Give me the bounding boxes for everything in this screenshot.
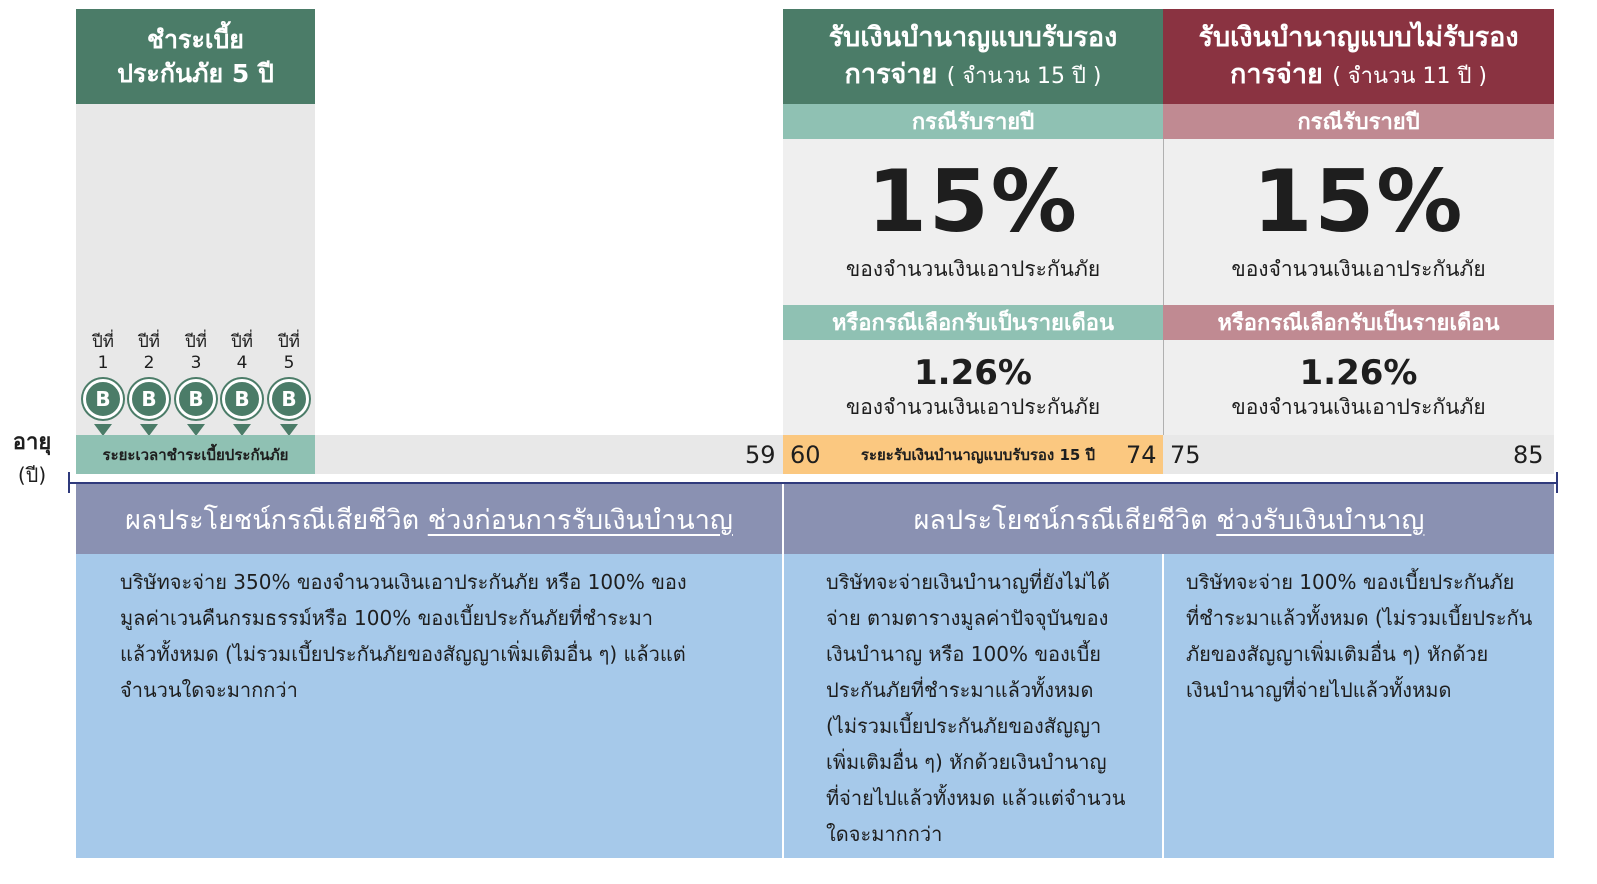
text-line: (ไม่รวมเบี้ยประกันภัยของสัญญา (826, 714, 1102, 738)
payment-year-2: ปีที่ 2 (129, 332, 169, 374)
age-74: 74 (1126, 441, 1157, 469)
age-75: 75 (1170, 441, 1201, 469)
text-line: เงินบำนาญที่จ่ายไปแล้วทั้งหมด (1186, 678, 1452, 702)
certified-death-benefit-body: บริษัทจะจ่ายเงินบำนาญที่ยังไม่ได้ จ่าย ต… (784, 554, 1162, 858)
uncertified-monthly-note: ของจำนวนเงินเอาประกันภัย (1231, 394, 1486, 419)
premium-b-icon: B (176, 379, 216, 419)
premium-b-icon: B (222, 379, 262, 419)
payment-header-line1: ชำระเบี้ย (147, 24, 244, 54)
uncertified-yearly-note: ของจำนวนเงินเอาประกันภัย (1231, 256, 1486, 281)
pre-annuity-benefit-title: ผลประโยชน์กรณีเสียชีวิต ช่วงก่อนการรับเง… (76, 484, 782, 554)
year-label: ปีที่ 2 (138, 332, 160, 373)
text-line: บริษัทจะจ่ายเงินบำนาญที่ยังไม่ได้ (826, 570, 1111, 594)
text-line: บริษัทจะจ่าย 100% ของเบี้ยประกันภัย (1186, 570, 1515, 594)
age-axis-unit: (ปี) (17, 463, 47, 487)
timeline-axis-tick-right (1556, 472, 1558, 493)
column-divider (782, 484, 784, 858)
certified-monthly-label: หรือกรณีเลือกรับเป็นรายเดือน (783, 305, 1163, 340)
premium-b-icon: B (129, 379, 169, 419)
certified-yearly-label: กรณีรับรายปี (783, 104, 1163, 139)
certified-header-line1: รับเงินบำนาญแบบรับรอง (828, 22, 1118, 54)
payment-year-1: ปีที่ 1 (83, 332, 123, 374)
payment-period-label: ระยะเวลาชำระเบี้ยประกันภัย (102, 445, 289, 464)
timeline-axis-tick-left (68, 472, 70, 493)
year-label: ปีที่ 3 (185, 332, 207, 373)
uncertified-header-line1: รับเงินบำนาญแบบไม่รับรอง (1198, 22, 1519, 54)
column-divider (1162, 554, 1164, 858)
uncertified-yearly-pct: 15% (1252, 152, 1465, 252)
payment-year-5: ปีที่ 5 (269, 332, 309, 374)
text-line: มูลค่าเวนคืนกรมธรรม์หรือ 100% ของเบี้ยปร… (120, 606, 654, 630)
certified-header: รับเงินบำนาญแบบรับรอง การจ่าย ( จำนวน 15… (783, 9, 1163, 104)
text-line: บริษัทจะจ่าย 350% ของจำนวนเงินเอาประกันภ… (120, 570, 687, 594)
text-line: ภัยของสัญญาเพิ่มเติมอื่น ๆ) หักด้วย (1186, 642, 1489, 666)
certified-monthly-pct: 1.26% (914, 353, 1032, 393)
age-59: 59 (745, 441, 776, 469)
uncertified-yearly-label: กรณีรับรายปี (1163, 104, 1554, 139)
payment-years: ปีที่ 1 ปีที่ 2 ปีที่ 3 ปีที่ 4 ปีที่ 5 B B B… (81, 332, 313, 442)
pre-annuity-benefit-body: บริษัทจะจ่าย 350% ของจำนวนเงินเอาประกันภ… (76, 554, 782, 858)
annuity-period-benefit-title: ผลประโยชน์กรณีเสียชีวิต ช่วงรับเงินบำนาญ (784, 484, 1554, 554)
uncertified-monthly-pct: 1.26% (1299, 353, 1418, 393)
premium-b-icon: B (269, 379, 309, 419)
text-line: เพิ่มเติมอื่น ๆ) หักด้วยเงินบำนาญ (826, 750, 1107, 774)
text-line: จำนวนใดจะมากกว่า (120, 678, 298, 702)
text-line: ประกันภัยที่ชำระมาแล้วทั้งหมด (826, 678, 1094, 702)
certified-yearly-note: ของจำนวนเงินเอาประกันภัย (845, 256, 1101, 281)
text-line: ที่จ่ายไปแล้วทั้งหมด แล้วแต่จำนวน (826, 786, 1126, 810)
age-axis-title: อายุ (12, 430, 52, 455)
certified-period-label: ระยะรับเงินบำนาญแบบรับรอง 15 ปี (860, 445, 1096, 464)
premium-b-icon: B (83, 379, 123, 419)
text-line: ใดจะมากกว่า (826, 822, 943, 846)
certified-header-line2: การจ่าย ( จำนวน 15 ปี ) (844, 58, 1102, 90)
text-line: จ่าย ตามตารางมูลค่าปัจจุบันของ (826, 606, 1109, 630)
payment-period-bar: ระยะเวลาชำระเบี้ยประกันภัย (76, 435, 315, 474)
text-line: ที่ชำระมาแล้วทั้งหมด (ไม่รวมเบี้ยประกัน (1186, 606, 1533, 630)
certified-monthly-note: ของจำนวนเงินเอาประกันภัย (845, 394, 1101, 419)
age-60: 60 (790, 441, 821, 469)
uncertified-header: รับเงินบำนาญแบบไม่รับรอง การจ่าย ( จำนวน… (1163, 9, 1554, 104)
uncertified-header-line2: การจ่าย ( จำนวน 11 ปี ) (1230, 58, 1487, 90)
payment-year-4: ปีที่ 4 (222, 332, 262, 374)
text-line: แล้วทั้งหมด (ไม่รวมเบี้ยประกันภัยของสัญญ… (120, 642, 686, 666)
uncertified-death-benefit-body: บริษัทจะจ่าย 100% ของเบี้ยประกันภัย ที่ช… (1164, 554, 1554, 858)
year-label: ปีที่ 5 (278, 332, 300, 373)
year-label: ปีที่ 4 (231, 332, 253, 373)
year-label: ปีที่ 1 (92, 332, 114, 373)
age-axis-label: อายุ (ปี) (4, 424, 60, 491)
payment-header-line2: ประกันภัย 5 ปี (117, 58, 274, 88)
uncertified-monthly-label: หรือกรณีเลือกรับเป็นรายเดือน (1163, 305, 1554, 340)
certified-yearly-pct: 15% (867, 152, 1079, 252)
text-line: เงินบำนาญ หรือ 100% ของเบี้ย (826, 642, 1102, 666)
payment-year-3: ปีที่ 3 (176, 332, 216, 374)
payment-header: ชำระเบี้ย ประกันภัย 5 ปี (76, 9, 315, 104)
age-85: 85 (1513, 441, 1544, 469)
